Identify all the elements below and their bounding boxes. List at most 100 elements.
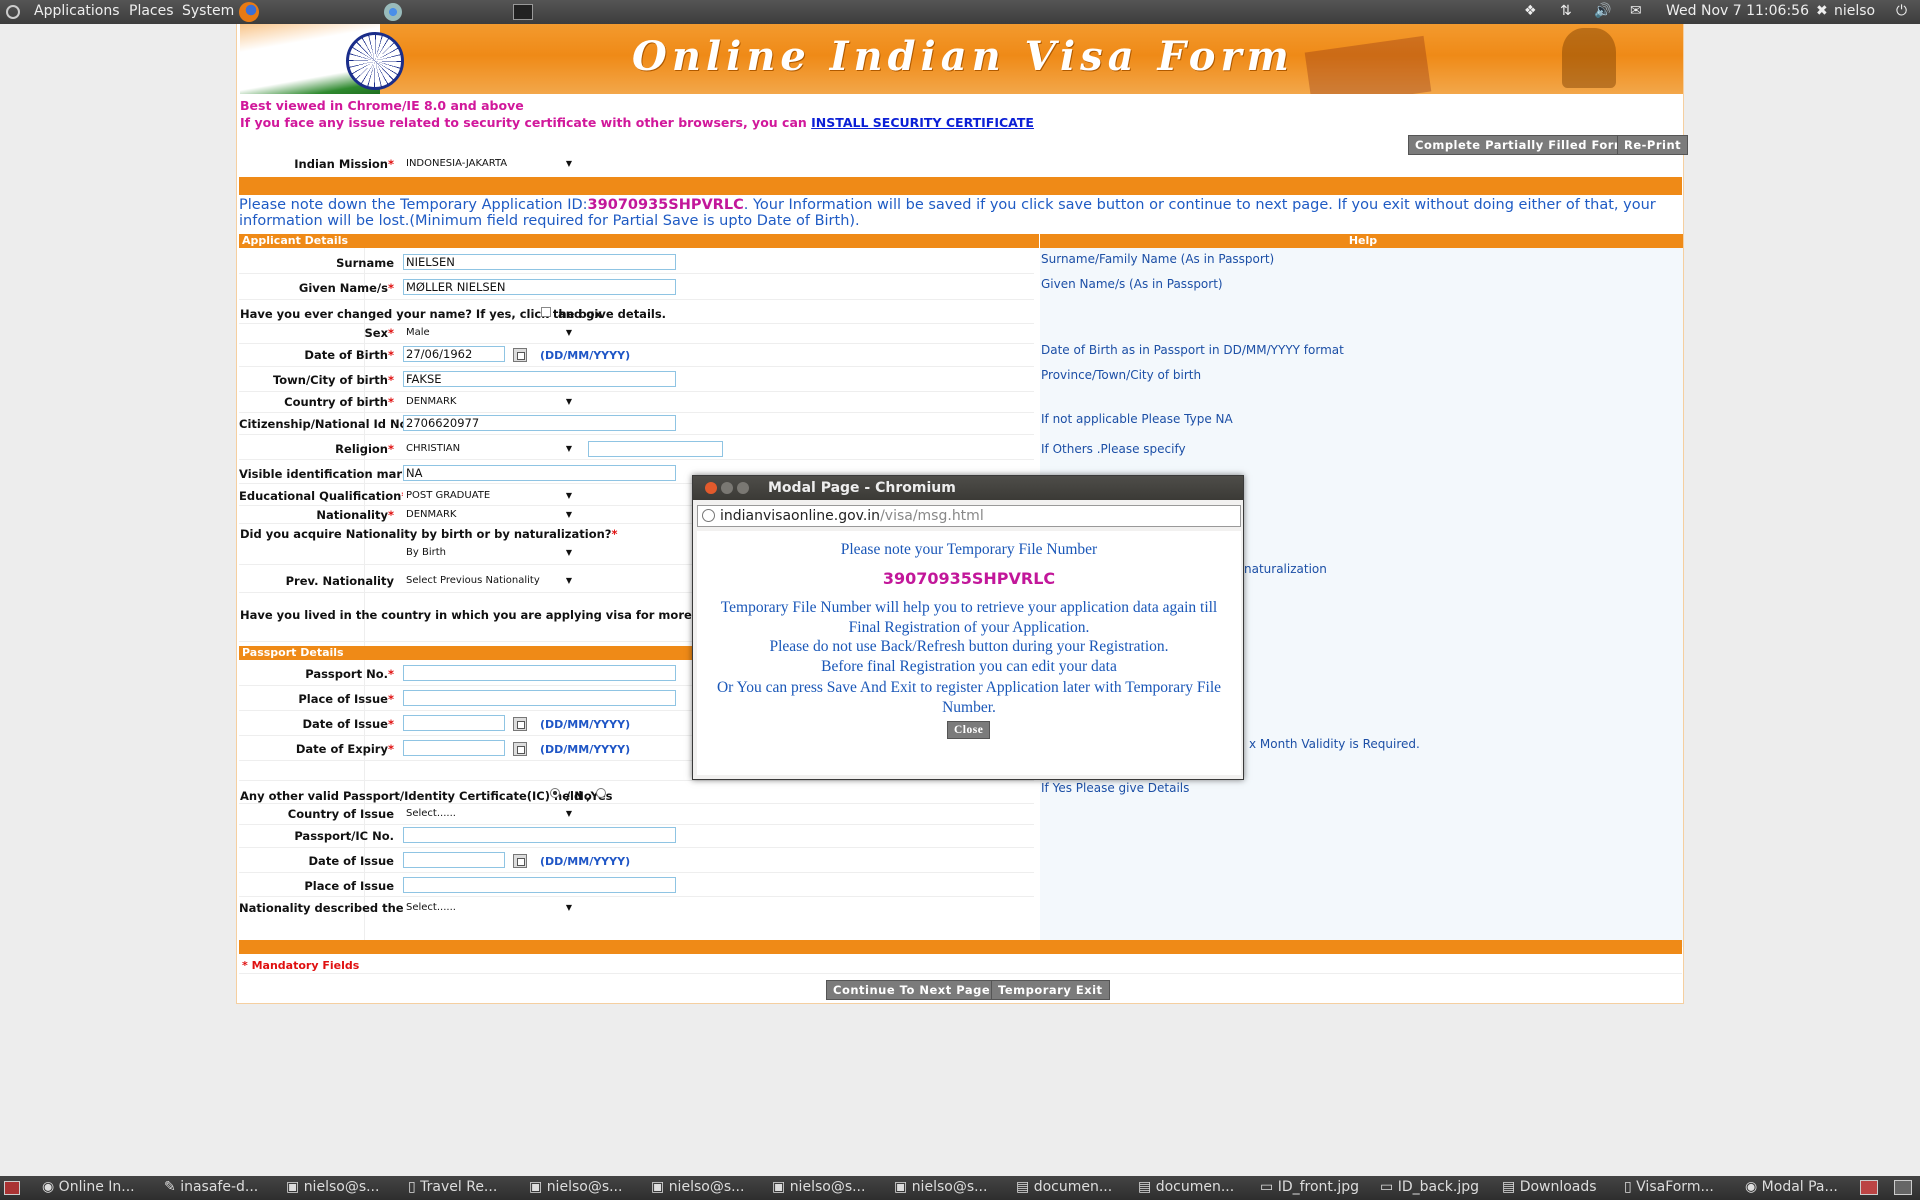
other-date-issue-input[interactable]	[403, 852, 505, 868]
maximize-window-icon[interactable]	[737, 482, 749, 494]
given-name-input[interactable]: MØLLER NIELSEN	[403, 279, 676, 295]
indian-mission-label: Indian Mission*	[294, 157, 394, 171]
date-expiry-format: (DD/MM/YYYY)	[540, 743, 631, 756]
complete-partial-button[interactable]: Complete Partially Filled Form	[1408, 135, 1634, 155]
clock[interactable]: Wed Nov 7 11:06:56	[1666, 3, 1809, 19]
prev-nationality-label: Prev. Nationality	[285, 574, 394, 588]
task-terminal-2[interactable]: ▣ nielso@s...	[529, 1179, 622, 1195]
folder-task-icon: ▤	[1502, 1179, 1520, 1195]
dob-label: Date of Birth*	[304, 348, 394, 362]
surname-label: Surname	[336, 256, 394, 270]
date-expiry-input[interactable]	[403, 740, 505, 756]
menu-places[interactable]: Places	[129, 3, 174, 19]
place-issue-input[interactable]	[403, 690, 676, 706]
temp-id: 39070935SHPVRLC	[587, 197, 744, 213]
volume-icon[interactable]: 🔊	[1594, 3, 1611, 19]
other-passport-no-radio[interactable]	[596, 788, 606, 798]
help-header: Help	[1040, 234, 1683, 248]
other-place-label: Place of Issue	[304, 879, 394, 893]
task-travel[interactable]: ▯ Travel Re...	[408, 1179, 497, 1195]
date-issue-input[interactable]	[403, 715, 505, 731]
modal-window: Modal Page - Chromium indianvisaonline.g…	[692, 475, 1244, 780]
modal-line-1: Please note your Temporary File Number	[840, 541, 1098, 558]
task-terminal-1[interactable]: ▣ nielso@s...	[286, 1179, 379, 1195]
other-place-input[interactable]	[403, 877, 676, 893]
trash-icon[interactable]	[1894, 1180, 1912, 1195]
nat-desc-label: Nationality described therein	[239, 901, 430, 915]
task-terminal-4[interactable]: ▣ nielso@s...	[772, 1179, 865, 1195]
chromium-task-icon: ◉	[1745, 1179, 1762, 1195]
reprint-button[interactable]: Re-Print	[1617, 135, 1689, 155]
firefox-launcher-icon[interactable]	[239, 2, 259, 22]
modal-line-5: Or You can press Save And Exit to regist…	[716, 679, 1221, 716]
religion-other-input[interactable]	[588, 441, 723, 457]
religion-select[interactable]: CHRISTIAN	[403, 441, 575, 457]
nationality-select[interactable]: DENMARK	[403, 507, 575, 523]
image-task-icon: ▭	[1380, 1179, 1398, 1195]
changed-name-checkbox[interactable]	[541, 307, 551, 317]
network-icon[interactable]: ⇅	[1560, 3, 1572, 19]
install-cert-link[interactable]: INSTALL SECURITY CERTIFICATE	[811, 115, 1034, 130]
show-desktop-icon[interactable]	[4, 1181, 20, 1195]
task-id-back[interactable]: ▭ ID_back.jpg	[1380, 1179, 1479, 1195]
sex-select[interactable]: Male	[403, 325, 575, 341]
citizen-id-label: Citizenship/National Id No.*	[239, 417, 418, 431]
task-documents-1[interactable]: ▤ documen...	[1016, 1179, 1112, 1195]
task-online-indian[interactable]: ◉ Online In...	[42, 1179, 135, 1195]
continue-button[interactable]: Continue To Next Page	[826, 980, 998, 1000]
task-downloads[interactable]: ▤ Downloads	[1502, 1179, 1597, 1195]
modal-address-bar[interactable]: indianvisaonline.gov.in/visa/msg.html	[697, 505, 1241, 527]
modal-line-3: Please do not use Back/Refresh button du…	[769, 638, 1169, 655]
menu-system[interactable]: System	[182, 3, 234, 19]
close-window-icon[interactable]	[705, 482, 717, 494]
workspace-switcher-icon[interactable]	[1860, 1180, 1878, 1195]
date-issue-label: Date of Issue*	[302, 717, 395, 731]
other-country-select[interactable]: Select......	[403, 806, 575, 822]
surname-input[interactable]: NIELSEN	[403, 254, 676, 270]
town-help: Province/Town/City of birth	[1041, 368, 1202, 382]
national-emblem-icon	[1562, 28, 1616, 88]
modal-line-2: Temporary File Number will help you to r…	[720, 599, 1218, 636]
nat-desc-select[interactable]: Select......	[403, 900, 575, 916]
user-name[interactable]: nielso	[1834, 3, 1875, 19]
modal-window-title: Modal Page - Chromium	[768, 480, 956, 496]
task-inasafe[interactable]: ✎ inasafe-d...	[164, 1179, 258, 1195]
dob-format: (DD/MM/YYYY)	[540, 349, 631, 362]
date-expiry-calendar-icon[interactable]	[513, 742, 527, 756]
task-documents-2[interactable]: ▤ documen...	[1138, 1179, 1234, 1195]
acquire-select[interactable]: By Birth	[403, 545, 575, 561]
religion-help: If Others .Please specify	[1041, 442, 1186, 456]
modal-close-button[interactable]: Close	[947, 721, 991, 739]
dob-calendar-icon[interactable]	[513, 348, 527, 362]
citizen-id-input[interactable]: 2706620977	[403, 415, 676, 431]
mail-icon[interactable]: ✉	[1630, 3, 1642, 19]
task-terminal-5[interactable]: ▣ nielso@s...	[894, 1179, 987, 1195]
terminal-launcher-icon[interactable]	[513, 4, 533, 20]
banner: Online Indian Visa Form	[240, 24, 1683, 94]
ic-no-input[interactable]	[403, 827, 676, 843]
indian-mission-select[interactable]: INDONESIA-JAKARTA	[403, 156, 575, 172]
date-issue-calendar-icon[interactable]	[513, 717, 527, 731]
task-modal-page[interactable]: ◉ Modal Pa...	[1745, 1179, 1838, 1195]
task-visaform[interactable]: ▯ VisaForm...	[1624, 1179, 1714, 1195]
prev-nationality-select[interactable]: Select Previous Nationality	[403, 573, 575, 589]
url-host: indianvisaonline.gov.in	[720, 508, 881, 524]
dob-input[interactable]: 27/06/1962	[403, 346, 505, 362]
other-date-issue-calendar-icon[interactable]	[513, 854, 527, 868]
citizen-id-help: If not applicable Please Type NA	[1041, 412, 1233, 426]
other-passport-yes-radio[interactable]	[550, 788, 560, 798]
menu-applications[interactable]: Applications	[34, 3, 120, 19]
marks-input[interactable]: NA	[403, 465, 676, 481]
country-birth-select[interactable]: DENMARK	[403, 394, 575, 410]
education-select[interactable]: POST GRADUATE	[403, 488, 575, 504]
passport-no-input[interactable]	[403, 665, 676, 681]
chromium-launcher-icon[interactable]	[384, 3, 402, 21]
temporary-exit-button[interactable]: Temporary Exit	[991, 980, 1110, 1000]
modal-titlebar[interactable]: Modal Page - Chromium	[693, 476, 1243, 500]
minimize-window-icon[interactable]	[721, 482, 733, 494]
power-icon[interactable]: ⏻	[1896, 3, 1907, 19]
dropbox-icon[interactable]: ❖	[1524, 3, 1537, 19]
task-id-front[interactable]: ▭ ID_front.jpg	[1260, 1179, 1359, 1195]
task-terminal-3[interactable]: ▣ nielso@s...	[651, 1179, 744, 1195]
town-input[interactable]: FAKSE	[403, 371, 676, 387]
